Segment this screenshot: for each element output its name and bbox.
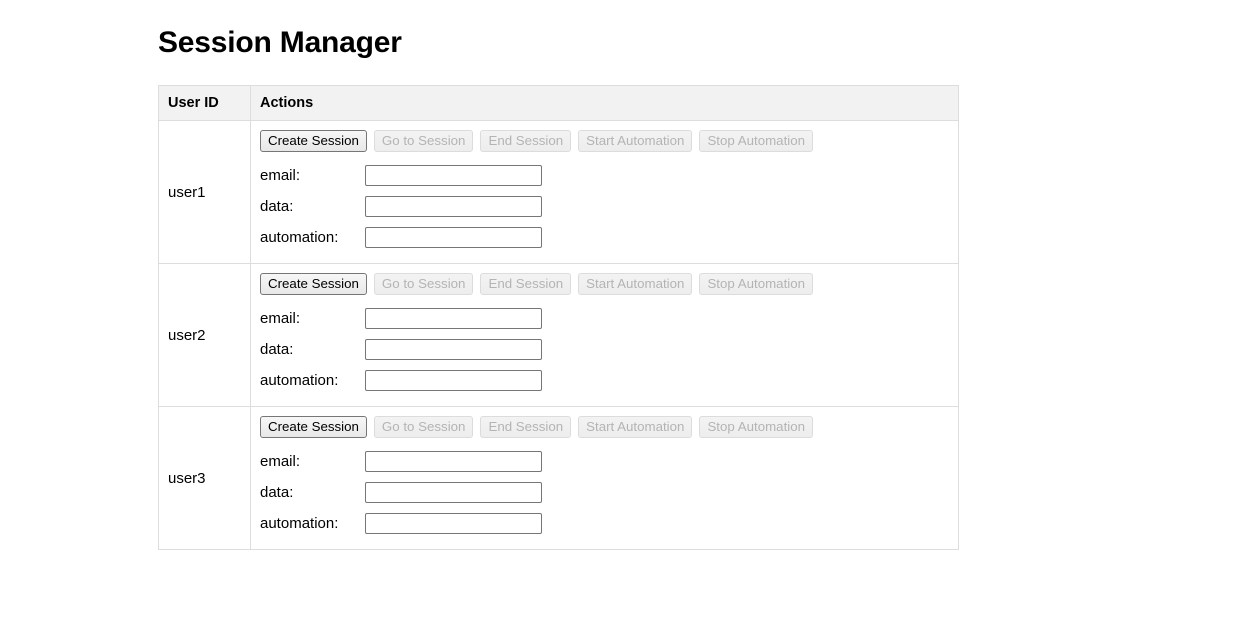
create-session-button[interactable]: Create Session [260, 273, 367, 295]
data-field-label: data: [260, 198, 294, 215]
data-field[interactable] [365, 339, 542, 360]
user-id-cell: user3 [158, 406, 251, 550]
table-row: user2 Create Session Go to Session End Sess… [158, 263, 959, 407]
field-row: email: [260, 303, 958, 334]
page-container: Session Manager User ID Actions user1 Cre… [0, 0, 1248, 550]
field-row: automation: [260, 222, 958, 253]
field-row: automation: [260, 365, 958, 396]
table-header-row: User ID Actions [158, 85, 959, 121]
actions-cell: Create Session Go to Session End Session St… [250, 120, 959, 264]
session-table-wrapper: User ID Actions user1 Create Session Go to… [158, 85, 1248, 550]
field-row: data: [260, 334, 958, 365]
action-button-row: Create Session Go to Session End Session St… [260, 416, 958, 438]
start-automation-button: Start Automation [578, 416, 693, 438]
data-field-label: data: [260, 341, 294, 358]
create-session-button[interactable]: Create Session [260, 130, 367, 152]
stop-automation-button: Stop Automation [699, 130, 814, 152]
data-field[interactable] [365, 482, 542, 503]
go-to-session-button: Go to Session [373, 416, 474, 438]
automation-field-label: automation: [260, 229, 339, 246]
field-row: automation: [260, 508, 958, 539]
automation-field[interactable] [365, 513, 542, 534]
end-session-button: End Session [480, 130, 572, 152]
email-field-label: email: [260, 167, 301, 184]
email-field-label: email: [260, 453, 301, 470]
start-automation-button: Start Automation [578, 273, 693, 295]
session-table: User ID Actions user1 Create Session Go to… [158, 85, 959, 550]
actions-cell: Create Session Go to Session End Session St… [250, 406, 959, 550]
create-session-button[interactable]: Create Session [260, 416, 367, 438]
email-field-label: email: [260, 310, 301, 327]
table-body: user1 Create Session Go to Session End Sess… [158, 120, 959, 550]
user-id-cell: user1 [158, 120, 251, 264]
email-field[interactable] [365, 308, 542, 329]
column-header-actions: Actions [250, 85, 959, 121]
start-automation-button: Start Automation [578, 130, 693, 152]
field-row: email: [260, 446, 958, 477]
end-session-button: End Session [480, 273, 572, 295]
automation-field-label: automation: [260, 372, 339, 389]
data-field[interactable] [365, 196, 542, 217]
end-session-button: End Session [480, 416, 572, 438]
user-id-cell: user2 [158, 263, 251, 407]
field-row: data: [260, 477, 958, 508]
data-field-label: data: [260, 484, 294, 501]
automation-field[interactable] [365, 370, 542, 391]
table-header: User ID Actions [158, 85, 959, 121]
automation-field-label: automation: [260, 515, 339, 532]
email-field[interactable] [365, 451, 542, 472]
action-button-row: Create Session Go to Session End Session St… [260, 273, 958, 295]
actions-cell: Create Session Go to Session End Session St… [250, 263, 959, 407]
column-header-user-id: User ID [158, 85, 251, 121]
go-to-session-button: Go to Session [373, 273, 474, 295]
stop-automation-button: Stop Automation [699, 273, 814, 295]
field-row: email: [260, 160, 958, 191]
stop-automation-button: Stop Automation [699, 416, 814, 438]
automation-field[interactable] [365, 227, 542, 248]
email-field[interactable] [365, 165, 542, 186]
table-row: user3 Create Session Go to Session End Sess… [158, 406, 959, 550]
go-to-session-button: Go to Session [373, 130, 474, 152]
table-row: user1 Create Session Go to Session End Sess… [158, 120, 959, 264]
field-row: data: [260, 191, 958, 222]
action-button-row: Create Session Go to Session End Session St… [260, 130, 958, 152]
page-title: Session Manager [158, 26, 402, 59]
